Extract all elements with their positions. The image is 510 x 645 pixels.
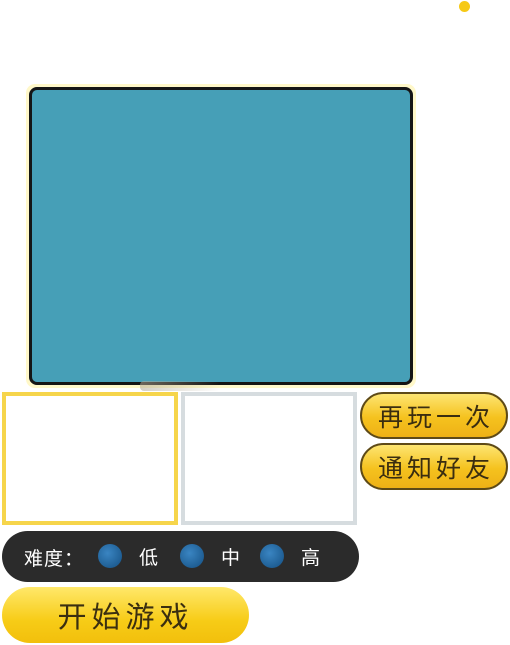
difficulty-option-label: 中 <box>221 546 241 569</box>
game-board[interactable] <box>29 87 413 385</box>
replay-button-label: 再玩一次 <box>377 402 494 432</box>
difficulty-option-high[interactable]: 高 <box>260 543 320 569</box>
radio-circle-icon[interactable] <box>180 544 204 568</box>
difficulty-option-label: 低 <box>139 546 159 569</box>
notify-friends-button[interactable]: 通知好友 <box>360 443 508 490</box>
difficulty-option-low[interactable]: 低 <box>98 543 158 569</box>
difficulty-option-label: 高 <box>301 546 321 569</box>
start-game-button-label: 开始游戏 <box>57 600 194 634</box>
start-game-button[interactable]: 开始游戏 <box>2 587 249 643</box>
game-board-frame <box>26 84 416 388</box>
indicator-dot-icon <box>459 1 470 12</box>
preview-slot-2[interactable] <box>181 392 357 525</box>
notify-friends-button-label: 通知好友 <box>377 453 494 483</box>
preview-slot-1[interactable] <box>2 392 178 525</box>
replay-button[interactable]: 再玩一次 <box>360 392 508 439</box>
difficulty-selector: 难度： 低 中 高 <box>2 531 359 582</box>
difficulty-label: 难度： <box>24 548 85 570</box>
board-shadow <box>140 381 220 391</box>
difficulty-option-medium[interactable]: 中 <box>180 543 240 569</box>
radio-circle-icon[interactable] <box>260 544 284 568</box>
radio-circle-icon[interactable] <box>98 544 122 568</box>
